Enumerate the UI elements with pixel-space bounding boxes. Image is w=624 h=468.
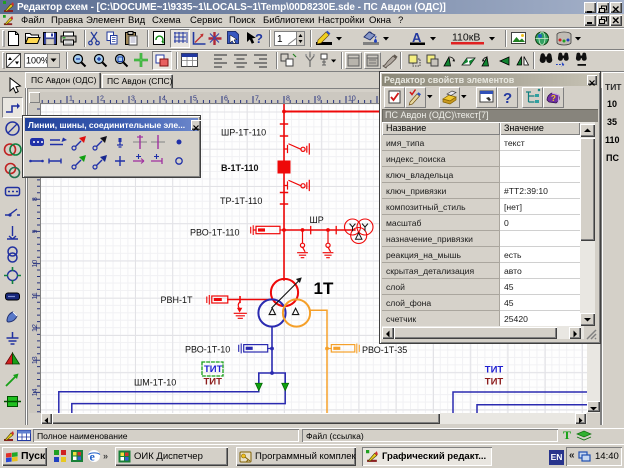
svg-text:1Т: 1Т — [314, 279, 334, 298]
svg-text:?: ? — [551, 94, 556, 103]
svg-text:ТИТ: ТИТ — [485, 364, 504, 375]
svg-text:ТИТ: ТИТ — [485, 377, 504, 388]
svg-text:РВО-1Т-35: РВО-1Т-35 — [362, 345, 407, 355]
svg-text:e: e — [90, 450, 96, 464]
svg-text:ТР-1Т-110: ТР-1Т-110 — [220, 196, 262, 206]
svg-text:?: ? — [503, 90, 512, 107]
svg-text:В-1Т-110: В-1Т-110 — [221, 163, 259, 173]
svg-text:ТИТ: ТИТ — [204, 364, 223, 375]
svg-text:РВО-1Т-10: РВО-1Т-10 — [185, 345, 230, 355]
svg-text:ШР-1Т-110: ШР-1Т-110 — [221, 127, 266, 137]
svg-text:РВО-1Т-110: РВО-1Т-110 — [190, 228, 240, 238]
svg-text:РВН-1Т: РВН-1Т — [161, 295, 194, 305]
svg-text:ШМ-1Т-10: ШМ-1Т-10 — [134, 377, 176, 387]
svg-text:ТИТ: ТИТ — [204, 376, 223, 387]
svg-text:ШР: ШР — [310, 215, 324, 225]
